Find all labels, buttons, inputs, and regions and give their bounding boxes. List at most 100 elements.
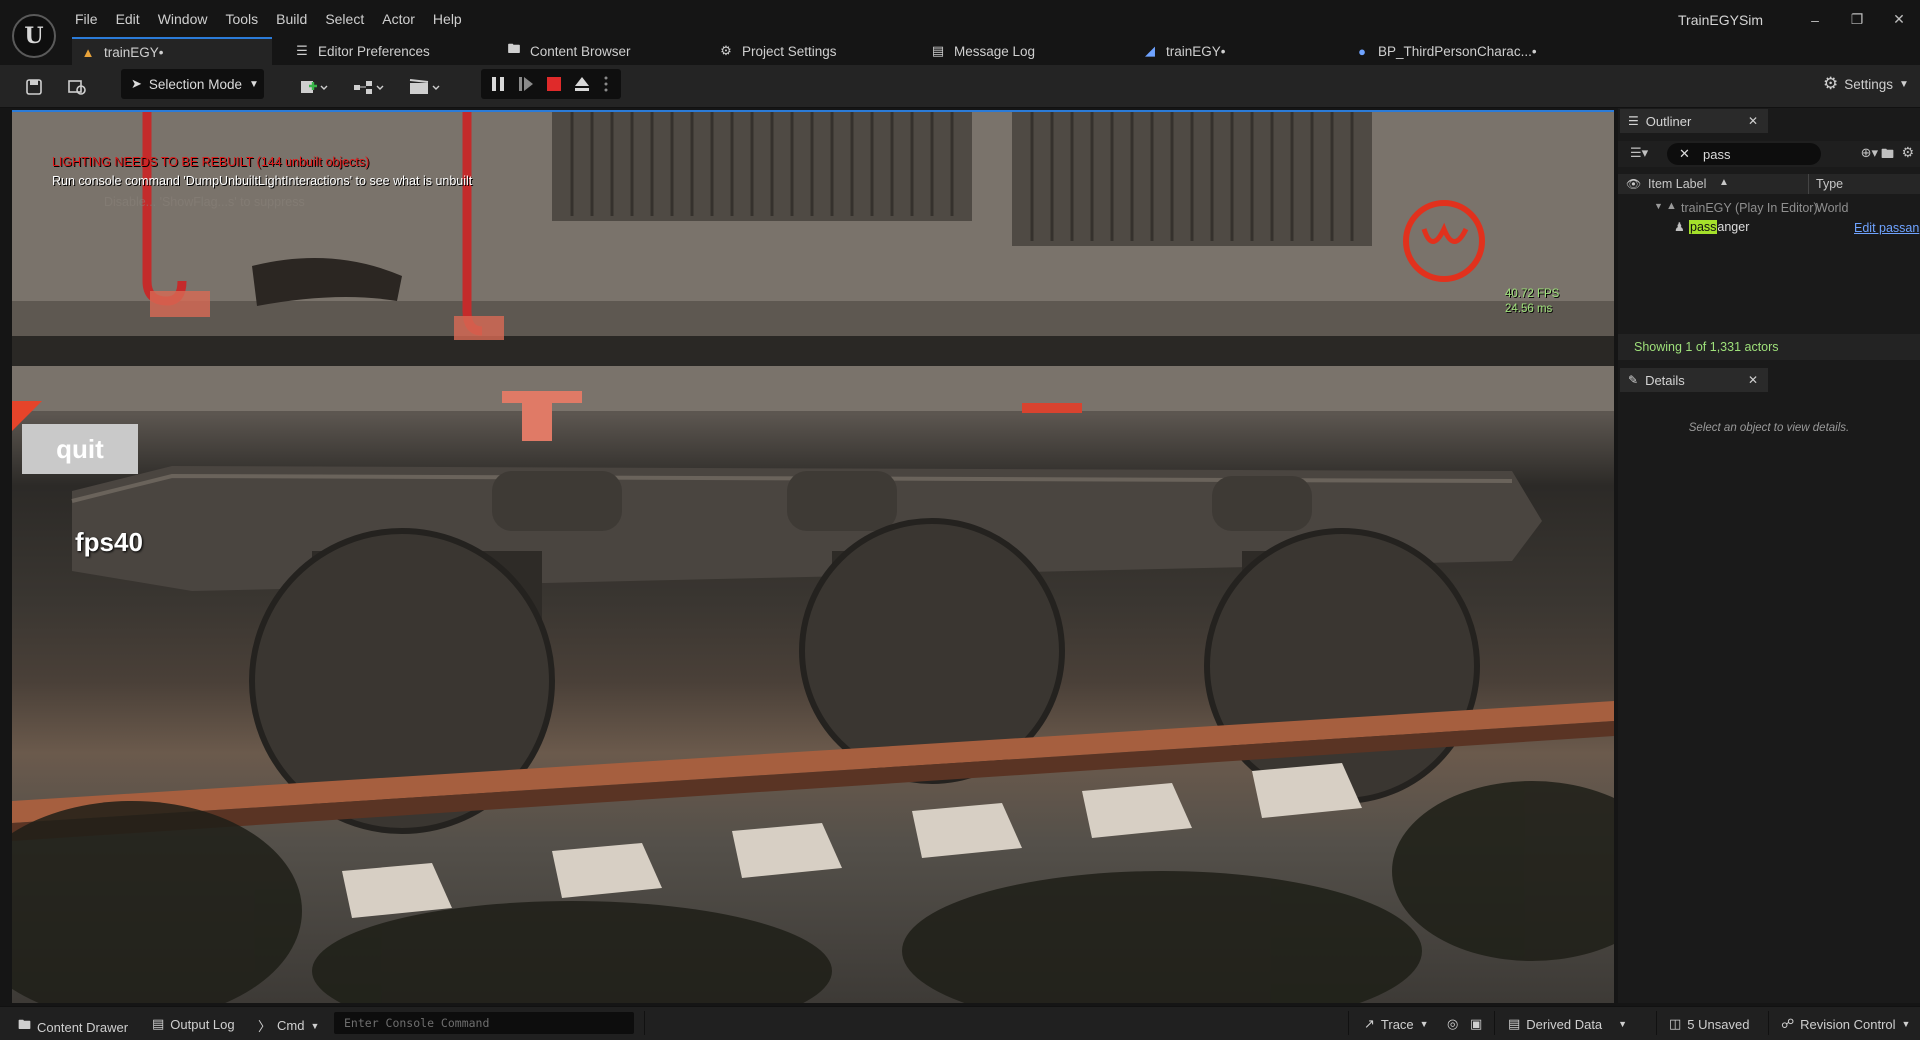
level-icon: ▲ <box>81 44 95 60</box>
cmd-label: Cmd <box>277 1018 305 1033</box>
tab-message-log[interactable]: ▤ Message Log <box>922 37 1035 65</box>
log-icon: ▤ <box>931 43 945 58</box>
cinematics-menu-icon[interactable] <box>406 73 444 100</box>
pencil-icon: ✎ <box>1628 373 1639 387</box>
quit-button[interactable]: quit <box>22 424 138 474</box>
browse-level-icon[interactable] <box>64 73 90 100</box>
menu-actor[interactable]: Actor <box>373 9 424 29</box>
folder-icon: 🖿 <box>507 41 521 56</box>
actor-label-rest: anger <box>1717 220 1750 234</box>
level-viewport[interactable]: LIGHTING NEEDS TO BE REBUILT (144 unbuil… <box>12 111 1614 1003</box>
tab-content-browser[interactable]: 🖿 Content Browser <box>498 37 631 65</box>
stop-icon[interactable] <box>545 75 563 93</box>
lighting-rebuild-hint: Run console command 'DumpUnbuiltLightInt… <box>52 174 473 188</box>
outliner-status: Showing 1 of 1,331 actors <box>1618 334 1920 360</box>
selection-mode-dropdown[interactable]: ➤ Selection Mode ▼ <box>121 69 264 99</box>
record-icon[interactable]: ◎ <box>1447 1016 1458 1032</box>
outliner-search-input[interactable]: ✕ pass <box>1667 143 1821 165</box>
revision-control-dropdown[interactable]: ☍ Revision Control ▼ <box>1781 1016 1910 1032</box>
screenshot-icon[interactable]: ▣ <box>1470 1016 1482 1032</box>
fps-overlay: 40.72 FPS 24.56 ms <box>1505 287 1559 317</box>
menu-help[interactable]: Help <box>424 9 471 29</box>
blueprint-menu-icon[interactable] <box>350 73 388 100</box>
graph-icon: ◢ <box>1145 43 1155 58</box>
close-window-icon[interactable]: ✕ <box>1878 0 1920 39</box>
world-icon: ▲ <box>1666 200 1677 212</box>
add-filter-icon[interactable]: ⊕▾ <box>1861 145 1878 161</box>
chevron-down-icon: ▼ <box>1618 1019 1628 1029</box>
restore-icon[interactable]: ❐ <box>1836 0 1878 39</box>
divider <box>1494 1011 1495 1035</box>
sort-ascending-icon: ▲ <box>1719 177 1729 188</box>
branch-icon: ☍ <box>1781 1016 1795 1031</box>
gear-icon[interactable]: ⚙ <box>1901 144 1914 161</box>
pause-icon[interactable] <box>489 75 507 93</box>
derived-data-dropdown[interactable]: ▤ Derived Data ▼ <box>1508 1016 1627 1032</box>
chevron-down-icon: ▼ <box>1419 1019 1429 1029</box>
database-icon: ▤ <box>1508 1016 1521 1031</box>
details-tab[interactable]: ✎ Details ✕ <box>1620 368 1768 392</box>
tab-trainegy-graph[interactable]: ◢ trainEGY• <box>1134 37 1226 65</box>
save-icon[interactable] <box>22 73 46 100</box>
edit-blueprint-link[interactable]: Edit passan <box>1854 221 1919 235</box>
close-icon[interactable]: ✕ <box>1748 373 1758 387</box>
col-type[interactable]: Type <box>1816 177 1843 191</box>
derived-data-label: Derived Data <box>1526 1016 1603 1032</box>
sliders-icon: ☰ <box>296 43 308 58</box>
unsaved-button[interactable]: ◫ 5 Unsaved <box>1669 1016 1749 1032</box>
tab-label: Project Settings <box>742 43 837 59</box>
tab-label: Content Browser <box>530 43 631 59</box>
outliner-column-header: 👁 Item Label ▲ Type <box>1618 174 1920 194</box>
content-drawer-button[interactable]: 🖿 Content Drawer <box>18 1016 128 1038</box>
revision-control-label: Revision Control <box>1800 1016 1896 1032</box>
outliner-tab[interactable]: ☰ Outliner ✕ <box>1620 109 1768 133</box>
output-log-button[interactable]: ▤ Output Log <box>152 1016 235 1032</box>
console-command-input[interactable]: Enter Console Command <box>334 1012 634 1034</box>
col-item-label[interactable]: Item Label <box>1648 177 1706 191</box>
selection-mode-label: Selection Mode <box>148 76 242 92</box>
chevron-down-icon: ▼ <box>310 1020 320 1031</box>
actor-label: passanger <box>1689 220 1749 234</box>
menu-build[interactable]: Build <box>267 9 316 29</box>
menu-select[interactable]: Select <box>316 9 373 29</box>
tab-bp-thirdperson[interactable]: ● BP_ThirdPersonCharac...• <box>1346 37 1536 65</box>
close-icon[interactable]: ✕ <box>1748 114 1758 128</box>
lighting-suppress-hint: Disable... 'ShowFlag...s' to suppress <box>104 195 305 209</box>
divider <box>1768 1011 1769 1035</box>
eject-icon[interactable] <box>573 75 591 93</box>
column-divider <box>1808 174 1809 194</box>
tab-editor-preferences[interactable]: ☰ Editor Preferences <box>286 37 430 65</box>
menu-window[interactable]: Window <box>149 9 217 29</box>
tab-label: trainEGY• <box>104 44 164 60</box>
trace-dropdown[interactable]: ↗ Trace ▼ <box>1364 1016 1429 1032</box>
details-title: Details <box>1645 372 1685 388</box>
outliner-row-passanger[interactable]: ♟ passanger Edit passan <box>1618 218 1920 238</box>
cmd-dropdown[interactable]: 〉 Cmd ▼ <box>258 1016 319 1035</box>
details-panel-body <box>1618 395 1920 1003</box>
add-actor-icon[interactable] <box>296 73 332 100</box>
scene-render <box>12 111 1614 1003</box>
outliner-row-world[interactable]: ▼ ▲ trainEGY (Play In Editor) World <box>1618 198 1920 218</box>
step-frame-icon[interactable] <box>517 75 535 93</box>
cursor-icon: ➤ <box>131 76 142 91</box>
menu-tools[interactable]: Tools <box>216 9 267 29</box>
minimize-icon[interactable]: – <box>1794 0 1836 39</box>
clear-search-icon[interactable]: ✕ <box>1679 146 1690 162</box>
tab-trainegy-level[interactable]: ▲ trainEGY• <box>72 37 272 65</box>
new-folder-icon[interactable]: 🖿 <box>1881 145 1894 167</box>
logo-letter: U <box>24 23 44 49</box>
menu-edit[interactable]: Edit <box>107 9 149 29</box>
viewport-focus-border <box>12 110 1614 112</box>
details-empty-message: Select an object to view details. <box>1688 422 1850 434</box>
fps-value: 40.72 FPS <box>1505 288 1560 300</box>
more-options-icon[interactable] <box>597 75 615 93</box>
menu-file[interactable]: File <box>66 9 107 29</box>
settings-dropdown[interactable]: ⚙ Settings ▼ <box>1823 74 1909 94</box>
visibility-eye-icon[interactable]: 👁 <box>1626 177 1641 191</box>
filter-icon[interactable]: ☰▾ <box>1630 145 1648 161</box>
tab-label: trainEGY• <box>1166 43 1226 59</box>
expand-arrow-icon[interactable]: ▼ <box>1654 201 1663 211</box>
divider <box>1348 1011 1349 1035</box>
tab-project-settings[interactable]: ⚙ Project Settings <box>710 37 837 65</box>
unreal-logo-icon[interactable]: U <box>12 14 56 58</box>
